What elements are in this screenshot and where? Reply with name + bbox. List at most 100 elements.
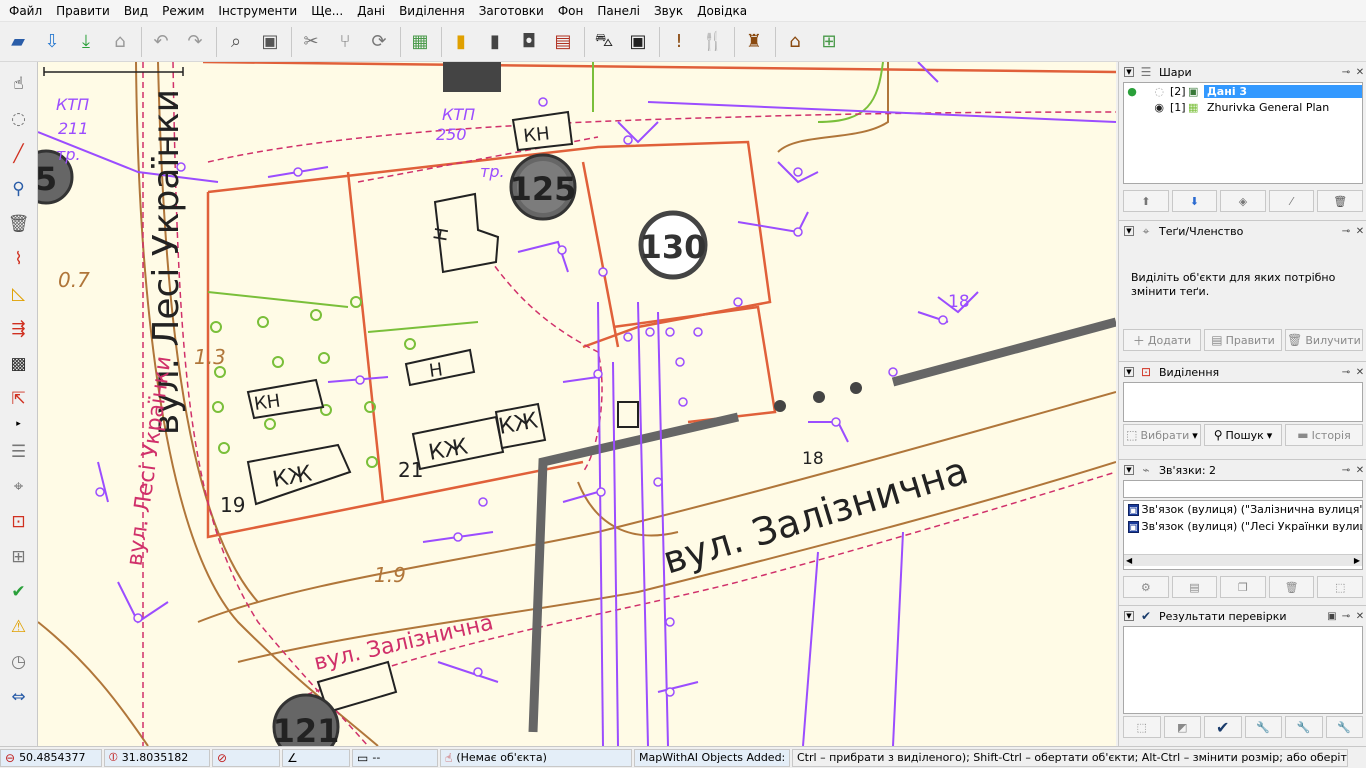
ignore-button[interactable]: 🔧: [1285, 716, 1323, 738]
preset-restaurant[interactable]: 🍴: [697, 25, 729, 59]
search-button[interactable]: ⚲ Пошук ▾: [1204, 424, 1282, 446]
preset-factory[interactable]: ⌂: [779, 25, 811, 59]
scroll-left-icon[interactable]: ◀: [1126, 555, 1132, 566]
collapse-icon[interactable]: ▼: [1124, 465, 1134, 475]
imagery-button[interactable]: ▦: [404, 25, 436, 59]
menu-tools[interactable]: Інструменти: [211, 0, 304, 22]
zoom-preview-button[interactable]: ⌕: [220, 25, 252, 59]
preset-road[interactable]: ▮: [479, 25, 511, 59]
improve-way-tool[interactable]: ⌇: [3, 243, 35, 275]
menu-windows[interactable]: Панелі: [590, 0, 647, 22]
pin-icon[interactable]: ⊸: [1339, 465, 1353, 476]
edit-tag-button[interactable]: ▤ Правити: [1204, 329, 1282, 351]
draw-tool[interactable]: ╱: [3, 138, 35, 170]
selection-toggle[interactable]: ⊞: [3, 541, 35, 573]
visibility-eye-icon[interactable]: ◌: [1140, 85, 1170, 98]
close-icon[interactable]: ✕: [1353, 367, 1366, 378]
move-down-button[interactable]: ⬇: [1171, 190, 1218, 212]
menu-edit[interactable]: Правити: [49, 0, 117, 22]
open-file-button[interactable]: ▰: [2, 25, 34, 59]
undo-button[interactable]: ↶: [145, 25, 177, 59]
menu-audio[interactable]: Звук: [647, 0, 690, 22]
history-toggle[interactable]: ◷: [3, 646, 35, 678]
more-tools-arrow[interactable]: ▸: [3, 418, 35, 430]
map-view[interactable]: 125 130 121 5 КН Н КН Н КЖ КЖ КЖ 19 21 1…: [38, 62, 1116, 746]
select-button[interactable]: ⬚ Вибрати ▾: [1123, 424, 1201, 446]
add-tag-button[interactable]: ＋ Додати: [1123, 329, 1201, 351]
tags-toggle[interactable]: ⌖: [3, 471, 35, 503]
delete-layer-button[interactable]: 🗑: [1317, 190, 1363, 212]
menu-file[interactable]: Файл: [2, 0, 49, 22]
ignore-list-button[interactable]: 🔧: [1325, 716, 1363, 738]
collapse-icon[interactable]: ▼: [1124, 611, 1134, 621]
collapse-icon[interactable]: ▼: [1124, 367, 1134, 377]
preset-car[interactable]: ⛍: [588, 25, 620, 59]
move-up-button[interactable]: ⬆: [1123, 190, 1169, 212]
menu-help[interactable]: Довідка: [690, 0, 754, 22]
map-canvas[interactable]: 125 130 121 5 КН Н КН Н КЖ КЖ КЖ 19 21 1…: [38, 62, 1116, 746]
scroll-right-icon[interactable]: ▶: [1354, 555, 1360, 566]
layer-row-1[interactable]: ◉ [1] ▦ Zhurivka General Plan: [1124, 99, 1362, 115]
menu-more[interactable]: Ще...: [304, 0, 350, 22]
select-tool[interactable]: ☝: [3, 68, 35, 100]
collapse-icon[interactable]: ▼: [1124, 67, 1134, 77]
combine-way-button[interactable]: ⑂: [329, 25, 361, 59]
layers-toggle[interactable]: ☰: [3, 436, 35, 468]
preset-hazard[interactable]: !: [663, 25, 695, 59]
menu-data[interactable]: Дані: [350, 0, 392, 22]
merge-layer-button[interactable]: ◈: [1220, 190, 1266, 212]
reverse-way-button[interactable]: ⟳: [363, 25, 395, 59]
preset-landuse[interactable]: ⊞: [813, 25, 845, 59]
redo-button[interactable]: ↷: [179, 25, 211, 59]
relation-duplicate-button[interactable]: ❐: [1220, 576, 1266, 598]
preset-traffic-light[interactable]: ▮: [445, 25, 477, 59]
pin-icon[interactable]: ⊸: [1339, 611, 1353, 622]
pin-icon[interactable]: ⊸: [1339, 367, 1353, 378]
upload-button[interactable]: ⌂: [104, 25, 136, 59]
split-way-button[interactable]: ✂: [295, 25, 327, 59]
layer-row-2[interactable]: ● ◌ [2] ▣ Дані 3: [1124, 83, 1362, 99]
menu-presets[interactable]: Заготовки: [472, 0, 551, 22]
preset-bus[interactable]: ▣: [622, 25, 654, 59]
fit-toggle[interactable]: ⇔: [3, 681, 35, 713]
horizontal-scrollbar[interactable]: ◀ ▶: [1124, 554, 1362, 566]
relation-select-button[interactable]: ⬚: [1317, 576, 1363, 598]
preset-castle[interactable]: ♜: [738, 25, 770, 59]
preset-signal[interactable]: ◘: [513, 25, 545, 59]
delete-tool[interactable]: 🗑: [3, 208, 35, 240]
relations-filter[interactable]: [1123, 480, 1363, 498]
close-icon[interactable]: ✕: [1353, 611, 1366, 622]
menu-selection[interactable]: Виділення: [392, 0, 472, 22]
history-button[interactable]: ▬ Історія: [1285, 424, 1363, 446]
menu-view[interactable]: Вид: [117, 0, 155, 22]
relation-item[interactable]: ▣ Зв'язок (вулиця) ("Лесі Українки вулиц…: [1124, 518, 1362, 535]
menu-imagery[interactable]: Фон: [551, 0, 591, 22]
building-tool[interactable]: ▩: [3, 348, 35, 380]
relation-delete-button[interactable]: 🗑: [1268, 576, 1315, 598]
validation-zoom-button[interactable]: ◩: [1163, 716, 1201, 738]
validation-select-button[interactable]: ⬚: [1123, 716, 1161, 738]
relation-edit-button[interactable]: ▤: [1171, 576, 1218, 598]
parallel-tool[interactable]: ⇶: [3, 313, 35, 345]
menu-mode[interactable]: Режим: [155, 0, 211, 22]
extrude-tool[interactable]: ⇱: [3, 383, 35, 415]
visibility-eye-icon[interactable]: ◉: [1140, 101, 1170, 114]
relations-toggle[interactable]: ⊡: [3, 506, 35, 538]
close-icon[interactable]: ✕: [1353, 67, 1366, 78]
fix-button[interactable]: 🔧: [1244, 716, 1282, 738]
validator-toggle[interactable]: ✔: [3, 576, 35, 608]
lasso-tool[interactable]: ◌: [3, 103, 35, 135]
save-button[interactable]: ⤓: [70, 25, 102, 59]
pin-icon[interactable]: ⊸: [1339, 226, 1353, 237]
validate-button[interactable]: ✔: [1204, 716, 1242, 738]
close-icon[interactable]: ✕: [1353, 226, 1366, 237]
close-icon[interactable]: ✕: [1353, 465, 1366, 476]
duplicate-layer-button[interactable]: ⁄: [1268, 190, 1315, 212]
preset-wall[interactable]: ▤: [547, 25, 579, 59]
preferences-button[interactable]: ▣: [254, 25, 286, 59]
relation-settings-button[interactable]: ⚙: [1123, 576, 1169, 598]
download-button[interactable]: ⇩: [36, 25, 68, 59]
conflict-toggle[interactable]: ⚠: [3, 611, 35, 643]
collapse-icon[interactable]: ▼: [1124, 226, 1134, 236]
pin-icon[interactable]: ⊸: [1339, 67, 1353, 78]
